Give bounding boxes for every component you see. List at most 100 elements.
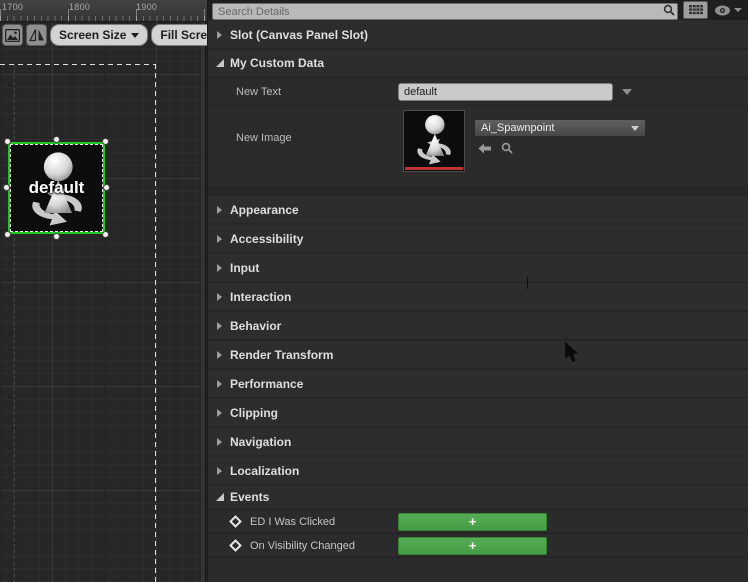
canvas-grid[interactable] [0, 22, 207, 582]
selected-widget[interactable]: default [3, 136, 110, 240]
details-panel: Slot (Canvas Panel Slot) My Custom Data … [208, 0, 748, 582]
details-search-bar [208, 0, 748, 20]
flip-preview-button[interactable] [26, 24, 47, 46]
canvas-bounds-dashed-top [0, 64, 156, 65]
fill-screen-label: Fill Screen [160, 28, 207, 42]
expander-collapsed-icon[interactable] [217, 437, 222, 446]
category-label: Interaction [230, 289, 292, 304]
section-spacer [208, 188, 748, 196]
search-input[interactable] [212, 3, 678, 20]
display-filter-button[interactable] [714, 5, 742, 16]
resize-handle-bottom-left[interactable] [4, 231, 11, 238]
category-row[interactable]: Interaction [208, 283, 748, 312]
search-field-wrap [212, 2, 678, 20]
chevron-down-icon [734, 8, 742, 12]
expander-collapsed-icon[interactable] [217, 408, 222, 417]
property-label: New Image [236, 132, 292, 144]
category-list: Appearance Accessibility Input Interacti… [208, 196, 748, 486]
resize-handle-top-center[interactable] [52, 136, 60, 143]
resize-handle-top-left[interactable] [4, 138, 11, 145]
category-label: Appearance [230, 202, 299, 217]
section-events[interactable]: Events [208, 486, 748, 510]
new-text-field-wrap [398, 82, 613, 101]
expander-collapsed-icon[interactable] [217, 379, 222, 388]
new-text-input[interactable] [398, 83, 613, 101]
section-label: My Custom Data [230, 56, 325, 70]
fill-screen-button[interactable]: Fill Screen [151, 24, 207, 46]
text-caret-mark [527, 277, 528, 289]
ruler-label: 1800 [69, 2, 91, 12]
category-label: Input [230, 260, 260, 275]
property-label: New Text [236, 85, 282, 98]
expander-collapsed-icon[interactable] [217, 350, 222, 359]
event-delegate-icon [229, 515, 242, 528]
expander-collapsed-icon[interactable] [217, 321, 222, 330]
event-row: On Visibility Changed + [208, 534, 748, 558]
category-label: Behavior [230, 318, 282, 333]
designer-canvas-panel: default 1700 1800 1900 Screen Size Fill … [0, 0, 207, 582]
screen-size-button[interactable]: Screen Size [50, 24, 149, 46]
spawnpoint-thumbnail-icon [407, 112, 461, 166]
use-selected-arrow-icon[interactable] [478, 143, 492, 154]
chevron-down-icon [631, 125, 639, 131]
expander-collapsed-icon[interactable] [217, 263, 222, 272]
category-label: Render Transform [230, 347, 334, 362]
event-list: ED I Was Clicked + On Visibility Changed… [208, 510, 748, 558]
expander-collapsed-icon[interactable] [217, 31, 222, 39]
asset-name: Ai_Spawnpoint [481, 122, 555, 134]
category-label: Clipping [230, 405, 278, 420]
expander-collapsed-icon[interactable] [217, 292, 222, 301]
category-label: Performance [230, 376, 304, 391]
expander-expanded-icon[interactable] [216, 58, 224, 67]
category-label: Localization [230, 463, 300, 478]
text-binding-dropdown-icon[interactable] [622, 89, 632, 95]
canvas-bounds-dashed-right [155, 64, 156, 582]
resize-handle-bottom-center[interactable] [52, 233, 60, 240]
expander-expanded-icon[interactable] [216, 492, 224, 501]
category-label: Accessibility [230, 231, 304, 246]
ruler-label: 1900 [136, 2, 158, 12]
property-row-new-image: New Image Ai_Spawnpoint [208, 106, 748, 188]
event-row: ED I Was Clicked + [208, 510, 748, 534]
category-row[interactable]: Behavior [208, 312, 748, 341]
image-icon [5, 28, 20, 42]
category-label: Navigation [230, 434, 292, 449]
expander-collapsed-icon[interactable] [217, 234, 222, 243]
add-event-button[interactable]: + [398, 513, 547, 531]
section-my-custom-data[interactable]: My Custom Data [208, 50, 748, 78]
category-row[interactable]: Appearance [208, 196, 748, 225]
expander-collapsed-icon[interactable] [217, 205, 222, 214]
browse-asset-icon[interactable] [501, 142, 513, 154]
search-icon [663, 4, 675, 16]
property-matrix-button[interactable] [683, 1, 708, 19]
resize-handle-top-right[interactable] [102, 138, 109, 145]
expander-collapsed-icon[interactable] [217, 466, 222, 475]
asset-tools [478, 142, 513, 154]
category-row[interactable]: Render Transform [208, 341, 748, 370]
category-row[interactable]: Localization [208, 457, 748, 486]
asset-type-color-bar [405, 167, 463, 170]
category-row[interactable]: Clipping [208, 399, 748, 428]
resize-handle-mid-left[interactable] [3, 184, 10, 191]
ruler-label: 1700 [2, 2, 24, 12]
grid-view-icon [688, 4, 703, 14]
category-row[interactable]: Navigation [208, 428, 748, 457]
event-label: On Visibility Changed [250, 539, 355, 552]
section-slot[interactable]: Slot (Canvas Panel Slot) [208, 22, 748, 50]
asset-select-dropdown[interactable]: Ai_Spawnpoint [474, 119, 646, 137]
flip-icon [28, 29, 44, 42]
horizontal-ruler: 1700 1800 1900 [0, 0, 207, 22]
resize-handle-mid-right[interactable] [103, 184, 110, 191]
eye-icon [715, 5, 730, 15]
category-row[interactable]: Accessibility [208, 225, 748, 254]
screen-size-label: Screen Size [59, 28, 127, 42]
asset-thumbnail[interactable] [403, 110, 465, 172]
resize-handle-bottom-right[interactable] [102, 231, 109, 238]
selection-dashed-outline [10, 144, 103, 232]
category-row[interactable]: Performance [208, 370, 748, 399]
chevron-down-icon [131, 32, 140, 38]
section-label: Slot (Canvas Panel Slot) [230, 28, 369, 42]
add-event-button[interactable]: + [398, 537, 547, 555]
category-row[interactable]: Input [208, 254, 748, 283]
background-image-button[interactable] [2, 24, 23, 46]
